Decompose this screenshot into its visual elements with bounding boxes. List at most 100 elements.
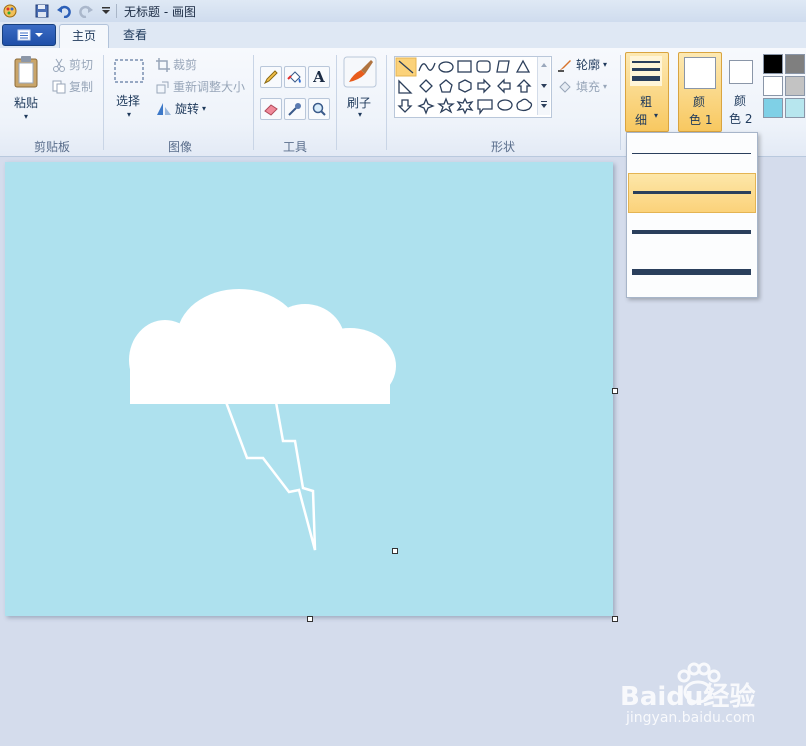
divider [103,55,104,150]
rotate-button[interactable]: 旋转 ▾ [156,100,206,117]
palette-color[interactable] [785,54,805,74]
color-palette [763,54,806,120]
brushes-label: 刷子 [347,96,372,110]
customize-toolbar-chevron-icon[interactable] [98,3,114,19]
size-button[interactable]: 粗 细 ▾ [625,52,669,132]
select-button[interactable]: 选择 ▾ [112,56,148,122]
cloud-lightning-drawing [129,289,396,551]
color1-label-top: 颜 [693,95,706,109]
color2-label-top: 颜 [734,94,747,108]
palette-color[interactable] [763,54,783,74]
clipboard-icon [14,56,38,88]
eyedropper-icon [288,103,301,116]
color1-label-bottom: 色 1 [689,113,713,127]
undo-icon[interactable] [56,3,72,19]
cut-label: 剪切 [69,58,94,72]
brushes-button[interactable]: 刷子 ▾ [343,56,379,122]
divider [386,55,387,150]
fill-button[interactable]: 填充 ▾ [557,78,607,95]
crop-icon [156,57,170,72]
paste-label: 粘贴 [14,96,39,110]
tab-view[interactable]: 查看 [111,24,159,48]
paste-button[interactable]: 粘贴 ▾ [10,54,44,121]
outline-button[interactable]: 轮廓 ▾ [557,56,607,73]
save-icon[interactable] [34,3,50,19]
selection-rectangle-icon [114,59,144,83]
palette-color[interactable] [763,98,783,118]
outline-dropdown-chevron-icon: ▾ [603,60,608,69]
gallery-scroll-arrows-icon [541,63,547,108]
watermark-brand: Baidu经验 [620,682,756,712]
divider [336,55,337,150]
magnifier-tool-button[interactable] [308,98,330,120]
size-option-3px[interactable] [628,173,756,213]
paste-dropdown-chevron-icon: ▾ [24,112,29,121]
group-label-image: 图像 [167,140,192,154]
eraser-icon [264,104,278,116]
pencil-tool-button[interactable] [260,66,282,88]
fill-dropdown-chevron-icon: ▾ [603,82,608,91]
color2-button[interactable]: 颜 色 2 [722,52,760,130]
copy-icon [52,80,66,93]
line-width-icon [630,56,662,86]
copy-button[interactable]: 复制 [52,78,93,95]
eraser-tool-button[interactable] [260,98,282,120]
paint-app-icon[interactable] [2,3,18,19]
cloud-shape [129,289,396,404]
color2-swatch [729,60,753,84]
crop-label: 裁剪 [173,58,198,72]
color-picker-tool-button[interactable] [284,98,306,120]
brush-icon [343,56,377,88]
canvas-resize-handle-right[interactable] [612,388,618,394]
size-dropdown-chevron-icon: ▾ [654,111,659,120]
tab-home[interactable]: 主页 [59,24,110,49]
color1-swatch [684,57,716,89]
cut-button[interactable]: 剪切 [52,56,93,73]
canvas-resize-handle-corner[interactable] [612,616,618,622]
shapes-gallery[interactable] [394,56,552,118]
size-option-1px[interactable] [628,134,755,172]
palette-color[interactable] [763,76,783,96]
redo-icon[interactable] [78,3,94,19]
color2-label-bottom: 色 2 [729,112,753,126]
brushes-dropdown-chevron-icon: ▾ [358,110,363,119]
resize-label: 重新调整大小 [173,80,246,94]
text-tool-button[interactable]: A [308,66,330,88]
size-option-8px[interactable] [628,253,755,291]
resize-icon [156,81,169,93]
fill-label: 填充 [576,80,601,94]
paint-bucket-icon [287,71,301,83]
select-dropdown-chevron-icon: ▾ [127,110,132,119]
size-dropdown-menu [626,132,758,298]
resize-button[interactable]: 重新调整大小 [156,78,245,95]
group-label-shapes: 形状 [490,140,515,154]
file-menu-button[interactable] [2,24,56,46]
text-a-icon: A [313,68,325,86]
size-label-bottom: 细 [635,113,648,127]
fill-tool-button[interactable] [284,66,306,88]
window-title: 无标题 - 画图 [124,5,196,19]
baidu-watermark: Baidu经验 jingyan.baidu.com [620,662,800,732]
rotate-dropdown-chevron-icon: ▾ [202,104,207,113]
title-bar: 无标题 - 画图 [0,0,806,23]
size-option-5px[interactable] [628,213,755,251]
color1-button[interactable]: 颜 色 1 [678,52,722,132]
copy-label: 复制 [69,80,94,94]
shapes-gallery-scroll[interactable] [537,57,550,115]
palette-color[interactable] [785,76,805,96]
outline-label: 轮廓 [576,58,601,72]
palette-color[interactable] [785,98,805,118]
rotate-label: 旋转 [175,102,200,116]
crop-button[interactable]: 裁剪 [156,56,197,73]
shape-control-handle[interactable] [392,548,398,554]
fill-bucket-icon [559,80,571,93]
shapes-gallery-icons [395,57,533,115]
rotate-icon [157,102,171,115]
drawing-canvas[interactable] [5,162,613,616]
outline-brush-icon [558,59,571,72]
scissors-icon [53,58,65,72]
divider [253,55,254,150]
group-label-tools: 工具 [282,140,307,154]
size-label-top: 粗 [640,95,653,109]
canvas-resize-handle-bottom[interactable] [307,616,313,622]
